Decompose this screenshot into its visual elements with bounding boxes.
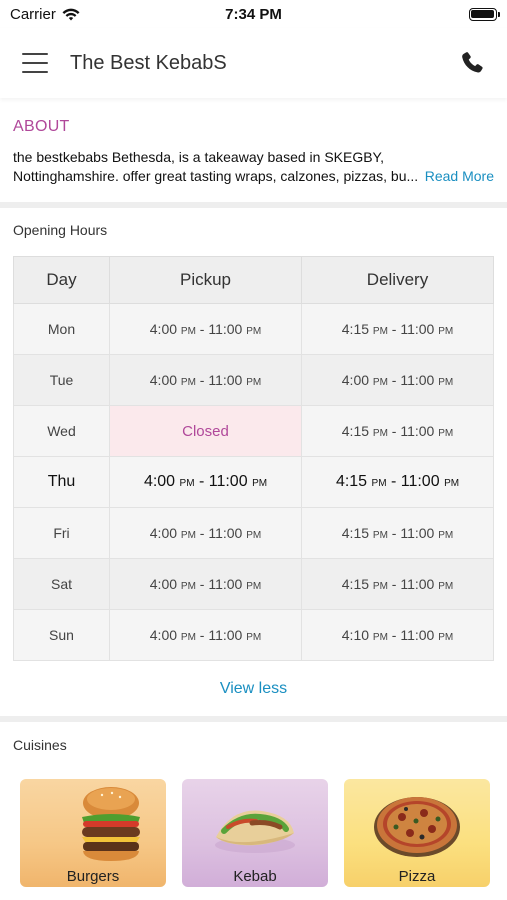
about-line-1: the bestkebabs Bethesda, is a takeaway b…: [13, 149, 384, 165]
cuisines-section: Cuisines Burgers Kebab Pizza: [0, 722, 507, 887]
table-header-row: Day Pickup Delivery: [13, 256, 494, 304]
page-title: The Best KebabS: [70, 51, 227, 74]
table-row: Mon 4:00 PM - 11:00 PM 4:15 PM - 11:00 P…: [13, 303, 494, 355]
about-line-2-wrap: Nottinghamshire. offer great tasting wra…: [13, 167, 494, 186]
about-text: the bestkebabs Bethesda, is a takeaway b…: [13, 148, 494, 186]
pizza-image: [374, 797, 460, 857]
day-cell: Sun: [13, 609, 110, 661]
opening-hours-label: Opening Hours: [13, 222, 108, 238]
table-row: Sun 4:00 PM - 11:00 PM 4:10 PM - 11:00 P…: [13, 609, 494, 661]
pickup-cell: 4:00 PM - 11:00 PM: [109, 609, 302, 661]
pickup-cell: 4:00 PM - 11:00 PM: [109, 507, 302, 559]
kebab-image: [215, 810, 295, 853]
delivery-cell: 4:15 PM - 11:00 PM: [301, 303, 494, 355]
day-cell: Tue: [13, 354, 110, 406]
cuisine-card-burgers[interactable]: Burgers: [20, 779, 166, 887]
delivery-cell: 4:00 PM - 11:00 PM: [301, 354, 494, 406]
delivery-cell: 4:15 PM - 11:00 PM: [301, 456, 494, 508]
column-header-pickup: Pickup: [109, 256, 302, 304]
table-row: Sat 4:00 PM - 11:00 PM 4:15 PM - 11:00 P…: [13, 558, 494, 610]
read-more-link[interactable]: Read More: [425, 167, 494, 186]
delivery-cell: 4:10 PM - 11:00 PM: [301, 609, 494, 661]
pickup-cell: 4:00 PM - 11:00 PM: [109, 354, 302, 406]
burger-image: [81, 787, 140, 861]
delivery-cell: 4:15 PM - 11:00 PM: [301, 507, 494, 559]
cuisine-label: Kebab: [233, 868, 277, 885]
table-row: Fri 4:00 PM - 11:00 PM 4:15 PM - 11:00 P…: [13, 507, 494, 559]
phone-icon[interactable]: [459, 50, 485, 76]
day-cell: Sat: [13, 558, 110, 610]
delivery-cell: 4:15 PM - 11:00 PM: [301, 558, 494, 610]
day-cell: Thu: [13, 456, 110, 508]
pickup-cell: 4:00 PM - 11:00 PM: [109, 558, 302, 610]
table-row: Wed Closed 4:15 PM - 11:00 PM: [13, 405, 494, 457]
delivery-cell: 4:15 PM - 11:00 PM: [301, 405, 494, 457]
pickup-cell: 4:00 PM - 11:00 PM: [109, 456, 302, 508]
hamburger-menu-icon[interactable]: [22, 53, 48, 73]
opening-hours-section: Opening Hours Day Pickup Delivery Mon 4:…: [0, 208, 507, 722]
column-header-day: Day: [13, 256, 110, 304]
table-row: Tue 4:00 PM - 11:00 PM 4:00 PM - 11:00 P…: [13, 354, 494, 406]
cuisine-card-kebab[interactable]: Kebab: [182, 779, 328, 887]
status-left: Carrier: [10, 6, 130, 23]
table-row-today: Thu 4:00 PM - 11:00 PM 4:15 PM - 11:00 P…: [13, 456, 494, 508]
status-right: [377, 7, 500, 21]
opening-hours-table: Day Pickup Delivery Mon 4:00 PM - 11:00 …: [13, 256, 494, 661]
about-line-2: Nottinghamshire. offer great tasting wra…: [13, 168, 419, 184]
about-section: ABOUT the bestkebabs Bethesda, is a take…: [0, 98, 507, 208]
cuisine-card-pizza[interactable]: Pizza: [344, 779, 490, 887]
day-cell: Wed: [13, 405, 110, 457]
status-time: 7:34 PM: [225, 5, 282, 23]
pickup-closed-cell: Closed: [109, 405, 302, 457]
app-header: The Best KebabS: [0, 28, 507, 98]
cuisine-label: Burgers: [66, 868, 120, 885]
wifi-icon: [62, 8, 80, 20]
day-cell: Fri: [13, 507, 110, 559]
cuisine-label: Pizza: [398, 868, 436, 885]
day-cell: Mon: [13, 303, 110, 355]
battery-icon: [468, 7, 500, 21]
carrier-label: Carrier: [10, 5, 56, 23]
about-title: ABOUT: [13, 118, 70, 135]
view-less-button[interactable]: View less: [13, 680, 494, 698]
pickup-cell: 4:00 PM - 11:00 PM: [109, 303, 302, 355]
cuisine-list: Burgers Kebab Pizza: [13, 779, 494, 887]
cuisines-label: Cuisines: [13, 737, 67, 753]
status-bar: Carrier 7:34 PM: [0, 0, 507, 28]
column-header-delivery: Delivery: [301, 256, 494, 304]
